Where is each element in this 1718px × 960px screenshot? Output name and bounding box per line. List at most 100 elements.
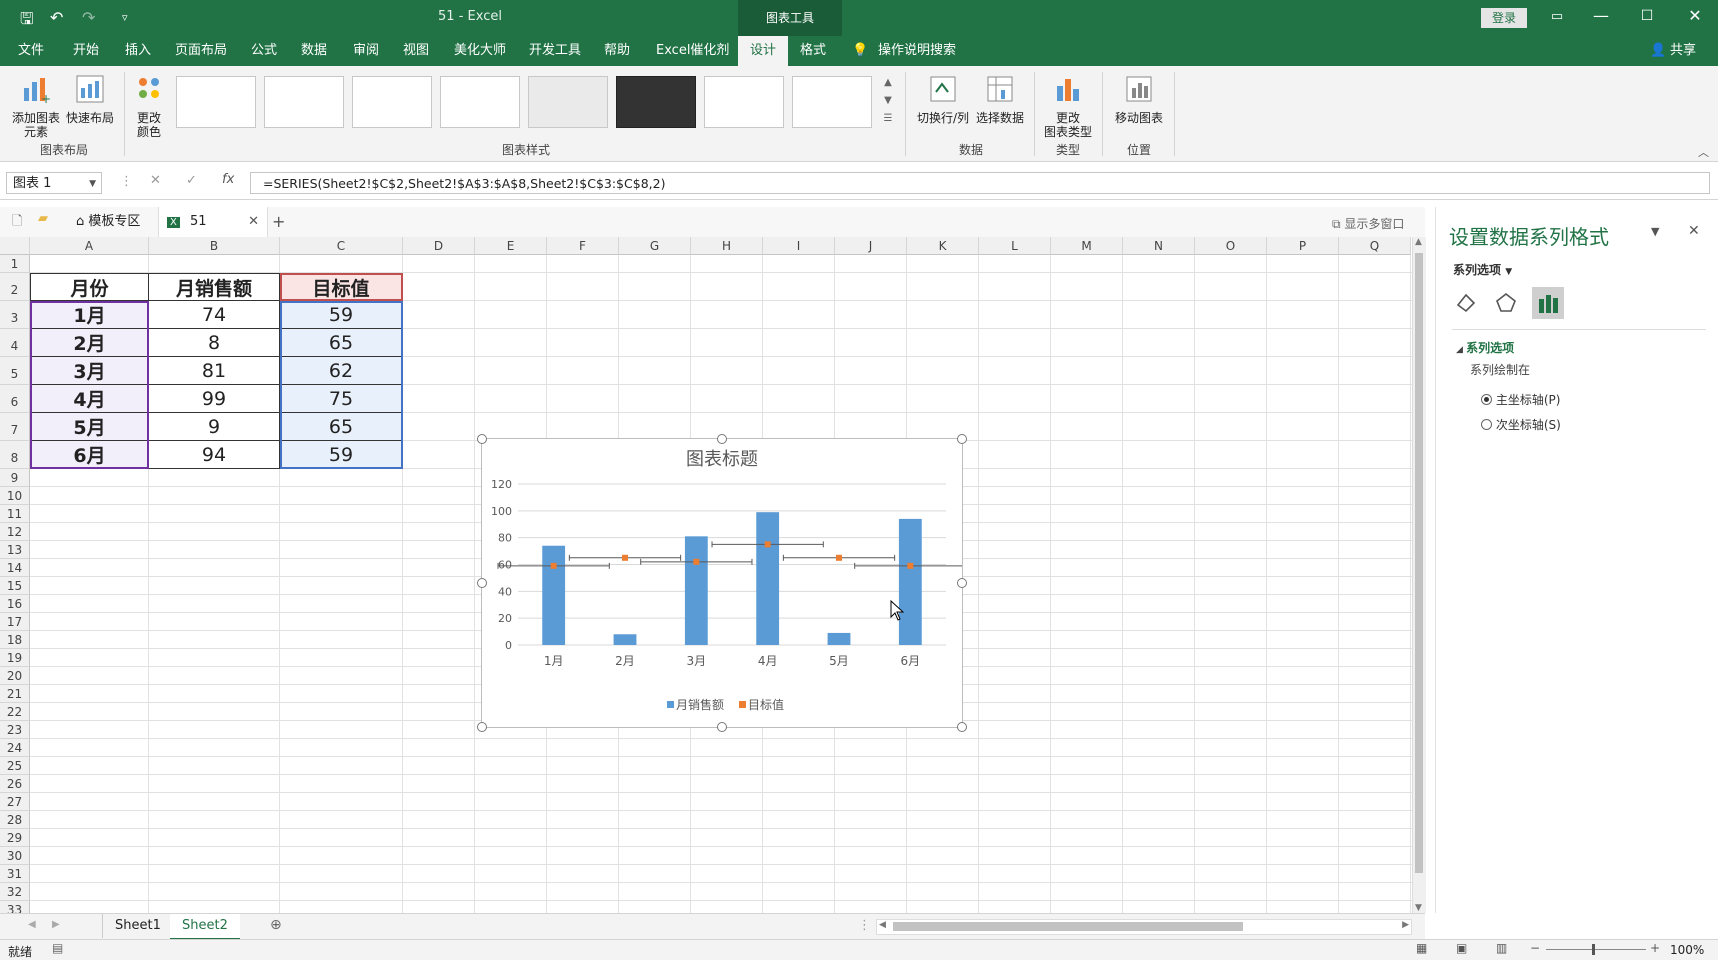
row-header-4[interactable]: 4	[0, 329, 30, 357]
row-header-5[interactable]: 5	[0, 357, 30, 385]
zoom-in-icon[interactable]: +	[1650, 941, 1660, 955]
row-header-30[interactable]: 30	[0, 847, 30, 865]
tab-help[interactable]: 帮助	[604, 36, 630, 66]
series-options-tab[interactable]	[1532, 287, 1564, 319]
folder-icon[interactable]: ▰	[38, 211, 48, 226]
horizontal-scroll-thumb[interactable]	[893, 922, 1243, 931]
tab-data[interactable]: 数据	[301, 36, 327, 66]
scroll-right-icon[interactable]: ▶	[1402, 920, 1409, 930]
add-chart-element-button[interactable]: + 添加图表 元素	[8, 70, 64, 139]
zoom-level[interactable]: 100%	[1670, 943, 1704, 957]
table-cell[interactable]: 99	[149, 385, 280, 413]
switch-row-column-button[interactable]: 切换行/列	[912, 70, 974, 125]
resize-handle[interactable]	[477, 722, 487, 732]
row-header-18[interactable]: 18	[0, 631, 30, 649]
column-header-l[interactable]: L	[979, 237, 1051, 255]
chart-style-5[interactable]	[528, 76, 608, 128]
column-header-n[interactable]: N	[1123, 237, 1195, 255]
row-header-25[interactable]: 25	[0, 757, 30, 775]
zoom-out-icon[interactable]: −	[1530, 941, 1540, 955]
tab-view[interactable]: 视图	[403, 36, 429, 66]
quick-layout-button[interactable]: 快速布局	[62, 70, 118, 125]
resize-handle[interactable]	[477, 578, 487, 588]
column-header-j[interactable]: J	[835, 237, 907, 255]
scroll-left-icon[interactable]: ◀	[879, 920, 886, 930]
row-header-21[interactable]: 21	[0, 685, 30, 703]
chart-style-6[interactable]	[616, 76, 696, 128]
resize-handle[interactable]	[717, 722, 727, 732]
prev-sheet-icon[interactable]: ◀	[28, 919, 36, 930]
change-colors-button[interactable]: 更改 颜色	[128, 70, 170, 139]
column-header-b[interactable]: B	[149, 237, 280, 255]
tell-me-search[interactable]: 操作说明搜索	[878, 36, 956, 66]
move-chart-button[interactable]: 移动图表	[1108, 70, 1170, 125]
secondary-axis-radio[interactable]: 次坐标轴(S)	[1481, 416, 1561, 433]
share-button[interactable]: 共享	[1670, 36, 1696, 66]
resize-handle[interactable]	[957, 434, 967, 444]
row-header-13[interactable]: 13	[0, 541, 30, 559]
series-options-section[interactable]: ◢ 系列选项	[1456, 339, 1514, 356]
column-header-p[interactable]: P	[1267, 237, 1339, 255]
sheet-tab-sheet2[interactable]: Sheet2	[170, 914, 240, 940]
column-header-a[interactable]: A	[30, 237, 149, 255]
add-tab-icon[interactable]: +	[272, 212, 285, 231]
maximize-icon[interactable]: ☐	[1632, 8, 1662, 24]
chart-style-1[interactable]	[176, 76, 256, 128]
column-header-f[interactable]: F	[547, 237, 619, 255]
row-header-12[interactable]: 12	[0, 523, 30, 541]
chart-style-3[interactable]	[352, 76, 432, 128]
row-header-23[interactable]: 23	[0, 721, 30, 739]
new-file-icon[interactable]: 🗋	[12, 212, 22, 234]
row-header-28[interactable]: 28	[0, 811, 30, 829]
close-pane-icon[interactable]: ✕	[1688, 223, 1700, 239]
column-header-e[interactable]: E	[475, 237, 547, 255]
tab-review[interactable]: 审阅	[353, 36, 379, 66]
row-header-24[interactable]: 24	[0, 739, 30, 757]
column-header-k[interactable]: K	[907, 237, 979, 255]
row-header-16[interactable]: 16	[0, 595, 30, 613]
add-sheet-icon[interactable]: ⊕	[270, 917, 282, 933]
row-header-20[interactable]: 20	[0, 667, 30, 685]
row-header-7[interactable]: 7	[0, 413, 30, 441]
select-data-button[interactable]: 选择数据	[970, 70, 1030, 125]
column-header-m[interactable]: M	[1051, 237, 1123, 255]
chart-style-4[interactable]	[440, 76, 520, 128]
row-header-22[interactable]: 22	[0, 703, 30, 721]
table-header-cell[interactable]: 月销售额	[149, 273, 280, 301]
tab-design[interactable]: 设计	[738, 36, 789, 66]
horizontal-scrollbar[interactable]: ◀ ▶	[876, 919, 1412, 935]
pane-options-icon[interactable]: ▼	[1651, 225, 1659, 238]
series-options-dropdown[interactable]: 系列选项 ▼	[1453, 261, 1512, 278]
tab-formulas[interactable]: 公式	[251, 36, 277, 66]
tab-insert[interactable]: 插入	[125, 36, 151, 66]
name-box[interactable]: 图表 1 ▼	[6, 172, 102, 194]
minimize-icon[interactable]: —	[1586, 6, 1616, 25]
row-header-3[interactable]: 3	[0, 301, 30, 329]
formula-input[interactable]: =SERIES(Sheet2!$C$2,Sheet2!$A$3:$A$8,She…	[250, 172, 1710, 194]
vertical-scrollbar[interactable]: ▲ ▼	[1412, 237, 1426, 913]
cancel-icon[interactable]: ✕	[150, 173, 161, 188]
table-header-cell[interactable]: 月份	[30, 273, 149, 301]
scroll-down-icon[interactable]: ▼	[1415, 903, 1422, 913]
row-header-8[interactable]: 8	[0, 441, 30, 469]
chart-style-8[interactable]	[792, 76, 872, 128]
table-cell[interactable]: 81	[149, 357, 280, 385]
tab-excel-catalyst[interactable]: Excel催化剂	[656, 36, 729, 66]
split-handle-icon[interactable]: ⋮	[858, 918, 871, 933]
tab-template-zone[interactable]: ⌂ 模板专区	[66, 207, 150, 237]
multi-window-button[interactable]: ⧉ 显示多窗口	[1332, 215, 1404, 232]
next-sheet-icon[interactable]: ▶	[52, 919, 60, 930]
tab-format[interactable]: 格式	[800, 36, 826, 66]
zoom-slider-thumb[interactable]	[1592, 944, 1595, 955]
table-cell[interactable]: 74	[149, 301, 280, 329]
column-header-h[interactable]: H	[691, 237, 763, 255]
row-header-10[interactable]: 10	[0, 487, 30, 505]
chart-canvas[interactable]: 图表标题 0 20 40 60 80 100 120 1月 2月 3月 4月 5月 6月月销售额 目标值	[482, 439, 962, 727]
collapse-ribbon-icon[interactable]: ︿	[1698, 144, 1709, 160]
row-header-19[interactable]: 19	[0, 649, 30, 667]
ribbon-display-icon[interactable]: ▭	[1542, 9, 1572, 24]
column-header-i[interactable]: I	[763, 237, 835, 255]
page-break-view-icon[interactable]: ▥	[1496, 941, 1507, 955]
select-all-corner[interactable]	[0, 237, 30, 255]
tab-home[interactable]: 开始	[73, 36, 99, 66]
